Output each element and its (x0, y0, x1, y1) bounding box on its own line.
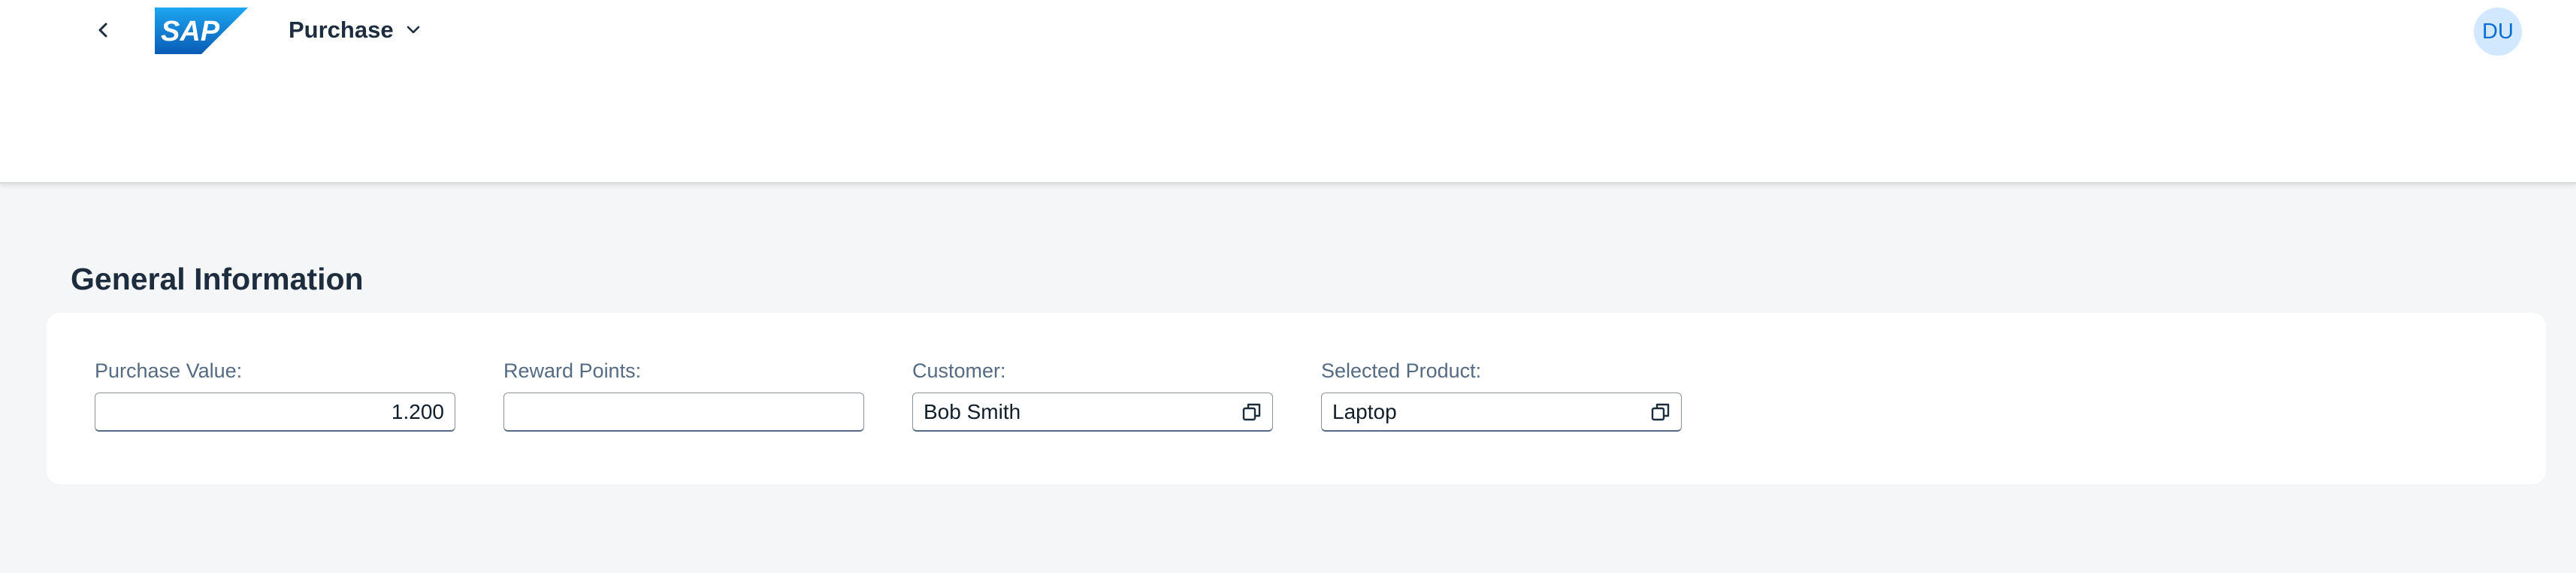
customer-field: Customer: Bob Smith (912, 358, 1273, 432)
purchase-value-text: 1.200 (391, 399, 444, 423)
shell-header: SAP Purchase DU (0, 0, 2576, 183)
reward-points-label: Reward Points: (503, 359, 642, 382)
chevron-down-icon (407, 26, 419, 34)
reward-points-input[interactable] (503, 393, 864, 432)
customer-input[interactable]: Bob Smith (912, 393, 1273, 432)
svg-text:SAP: SAP (161, 16, 220, 47)
chevron-left-icon (98, 23, 107, 38)
app-title: Purchase (289, 17, 394, 43)
user-avatar[interactable]: DU (2474, 8, 2522, 56)
back-button[interactable] (87, 14, 120, 47)
value-help-icon[interactable] (1649, 401, 1672, 423)
purchase-value-label: Purchase Value: (95, 359, 243, 382)
value-help-icon[interactable] (1241, 401, 1263, 423)
purchase-value-input[interactable]: 1.200 (95, 393, 455, 432)
app-title-menu[interactable]: Purchase (289, 14, 421, 47)
selected-product-text: Laptop (1332, 399, 1397, 423)
general-information-card: Purchase Value: 1.200 Reward Points: Cus… (47, 313, 2546, 484)
selected-product-label: Selected Product: (1321, 359, 1482, 382)
page: SAP Purchase DU General Information Purc… (0, 0, 2576, 573)
selected-product-input[interactable]: Laptop (1321, 393, 1682, 432)
customer-label: Customer: (912, 359, 1006, 382)
section-title: General Information (71, 262, 364, 296)
purchase-value-field: Purchase Value: 1.200 (95, 358, 455, 432)
customer-text: Bob Smith (924, 399, 1021, 423)
sap-logo: SAP (155, 8, 248, 54)
selected-product-field: Selected Product: Laptop (1321, 358, 1682, 432)
reward-points-field: Reward Points: (503, 358, 864, 432)
